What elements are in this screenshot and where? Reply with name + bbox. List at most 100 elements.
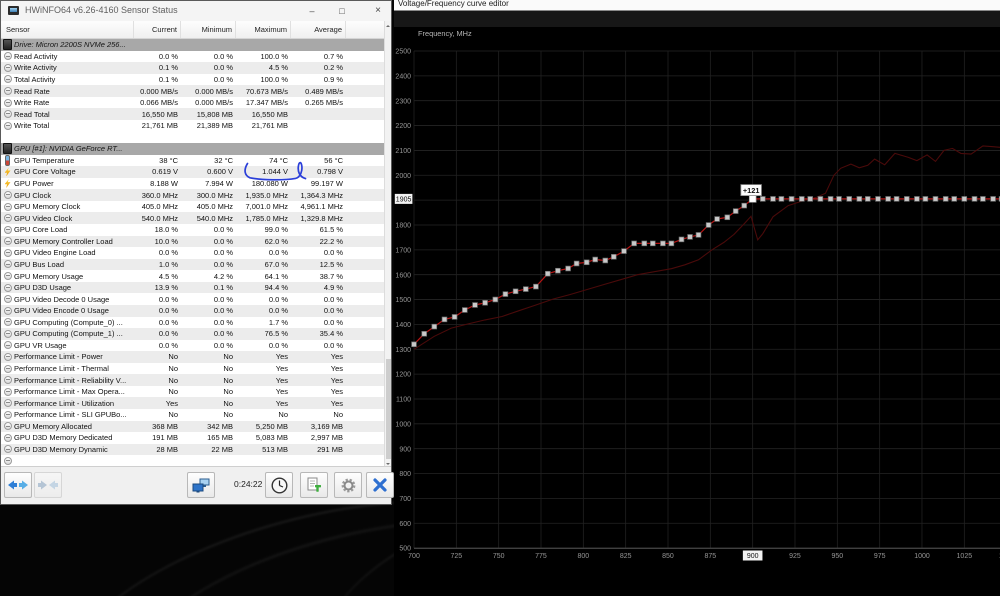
- sensor-row[interactable]: Performance Limit - Utilization Yes No Yes Y…: [1, 397, 386, 409]
- curve-point[interactable]: [573, 260, 580, 267]
- curve-point[interactable]: [533, 283, 539, 290]
- scrollbar-thumb[interactable]: [385, 359, 391, 459]
- sensor-row[interactable]: Total Activity 0.1 % 0.0 % 100.0 % 0.9 %: [1, 74, 386, 86]
- hwinfo-titlebar[interactable]: HWiNFO64 v6.26-4160 Sensor Status – □ ×: [1, 1, 391, 22]
- curve-point[interactable]: [421, 331, 427, 337]
- sensor-row[interactable]: GPU Video Encode 0 Usage 0.0 % 0.0 % 0.0 % 0…: [1, 304, 386, 317]
- curve-point[interactable]: [741, 202, 747, 209]
- curve-point[interactable]: [807, 196, 813, 202]
- section-header-row[interactable]: GPU [#1]: NVIDIA GeForce RT...: [1, 143, 386, 155]
- curve-point[interactable]: [799, 196, 805, 202]
- curve-point[interactable]: [827, 196, 834, 202]
- sensor-row[interactable]: Performance Limit - Thermal No No Yes Yes: [1, 363, 386, 375]
- curve-point[interactable]: [678, 236, 685, 243]
- sensor-row[interactable]: GPU Core Load 18.0 % 0.0 % 99.0 % 61.5 %: [1, 224, 386, 236]
- curve-point[interactable]: [922, 196, 929, 202]
- sensor-table[interactable]: Drive: Micron 2200S NVMe 256... Read Acti…: [1, 39, 386, 469]
- curve-point[interactable]: [760, 196, 766, 202]
- sensor-table-header[interactable]: Sensor Current Minimum Maximum Average: [1, 21, 386, 39]
- curve-point[interactable]: [856, 196, 863, 202]
- sensor-row[interactable]: GPU Memory Controller Load 10.0 % 0.0 % 62.…: [1, 235, 386, 248]
- curve-point[interactable]: [724, 214, 731, 221]
- curve-point[interactable]: [451, 314, 458, 320]
- column-header-maximum[interactable]: Maximum: [236, 21, 291, 38]
- curve-point[interactable]: [875, 196, 881, 202]
- curve-point[interactable]: [980, 196, 986, 202]
- curve-point[interactable]: [817, 196, 824, 202]
- nav-back-forward-button[interactable]: [4, 472, 32, 498]
- exit-button[interactable]: [366, 472, 394, 498]
- curve-point[interactable]: [668, 240, 675, 247]
- curve-point[interactable]: [611, 254, 617, 260]
- curve-point[interactable]: [523, 286, 529, 292]
- column-header-sensor[interactable]: Sensor: [1, 21, 134, 38]
- section-header-row[interactable]: Drive: Micron 2200S NVMe 256...: [1, 39, 386, 51]
- sensor-row[interactable]: Read Activity 0.0 % 0.0 % 100.0 % 0.7 %: [1, 51, 386, 63]
- sensor-row[interactable]: Performance Limit - Reliability V... No No…: [1, 374, 386, 386]
- curve-point[interactable]: [788, 196, 795, 202]
- sensor-row[interactable]: Performance Limit - Power No No Yes Yes: [1, 351, 386, 363]
- curve-point[interactable]: [942, 196, 949, 202]
- sensor-row[interactable]: GPU Bus Load 1.0 % 0.0 % 67.0 % 12.5 %: [1, 258, 386, 271]
- curve-point[interactable]: [565, 265, 571, 272]
- curve-point[interactable]: [687, 234, 693, 240]
- curve-point[interactable]: [846, 196, 852, 202]
- curve-point[interactable]: [431, 323, 438, 330]
- column-header-average[interactable]: Average: [291, 21, 346, 38]
- sensor-row[interactable]: GPU D3D Usage 13.9 % 0.1 % 94.4 % 4.9 %: [1, 281, 386, 294]
- curve-point[interactable]: [482, 300, 488, 306]
- report-button[interactable]: [300, 472, 328, 498]
- curve-point[interactable]: [705, 222, 712, 228]
- sensor-row[interactable]: GPU Video Clock 540.0 MHz 540.0 MHz 1,785.0…: [1, 212, 386, 224]
- sensor-row[interactable]: GPU VR Usage 0.0 % 0.0 % 0.0 % 0.0 %: [1, 340, 386, 352]
- curve-point[interactable]: [641, 240, 648, 247]
- sensor-row[interactable]: GPU Clock 360.0 MHz 300.0 MHz 1,935.0 MHz 1,…: [1, 189, 386, 201]
- curve-point[interactable]: [621, 248, 627, 254]
- curve-point[interactable]: [836, 196, 842, 202]
- sensor-row[interactable]: GPU Video Engine Load 0.0 % 0.0 % 0.0 % 0.0 …: [1, 247, 386, 259]
- table-scrollbar[interactable]: [384, 21, 391, 469]
- curve-point[interactable]: [932, 196, 939, 202]
- curve-point[interactable]: [951, 196, 957, 202]
- sensor-row[interactable]: GPU Power 8.188 W 7.994 W 180.080 W 99.197 W: [1, 178, 386, 190]
- sensor-row[interactable]: GPU Memory Usage 4.5 % 4.2 % 64.1 % 38.7 %: [1, 270, 386, 282]
- curve-point[interactable]: [904, 196, 910, 202]
- vf-curve-chart[interactable]: Frequency, MHz 500 600 700 800 900 1000 1100 120…: [394, 0, 1000, 596]
- curve-point[interactable]: [770, 196, 776, 202]
- sensor-row[interactable]: GPU Video Decode 0 Usage 0.0 % 0.0 % 0.0 % 0…: [1, 293, 386, 305]
- clock-button[interactable]: [265, 472, 293, 498]
- curve-point[interactable]: [865, 196, 871, 202]
- curve-point[interactable]: [695, 232, 702, 238]
- sensor-row[interactable]: Read Rate 0.000 MB/s 0.000 MB/s 70.673 MB/s…: [1, 85, 386, 97]
- minimize-button[interactable]: –: [301, 3, 323, 19]
- scroll-up-arrow-icon[interactable]: [385, 21, 391, 30]
- curve-point[interactable]: [714, 216, 720, 222]
- curve-point[interactable]: [971, 196, 978, 202]
- remote-sensors-button[interactable]: [187, 472, 215, 498]
- curve-point[interactable]: [512, 288, 519, 295]
- maximize-button[interactable]: □: [331, 3, 353, 19]
- curve-point[interactable]: [961, 196, 968, 202]
- curve-point[interactable]: [631, 240, 637, 247]
- selected-curve-point[interactable]: [748, 195, 757, 203]
- curve-point[interactable]: [660, 240, 666, 247]
- curve-point[interactable]: [914, 196, 920, 202]
- sensor-row[interactable]: Write Total 21,761 MB 21,389 MB 21,761 MB: [1, 120, 386, 132]
- curve-point[interactable]: [885, 196, 891, 202]
- sensor-row[interactable]: GPU D3D Memory Dedicated 191 MB 165 MB 5,08…: [1, 432, 386, 444]
- sensor-row[interactable]: GPU Computing (Compute_1) ... 0.0 % 0.0 % 7…: [1, 328, 386, 340]
- column-header-current[interactable]: Current: [134, 21, 181, 38]
- curve-point[interactable]: [472, 302, 478, 308]
- curve-point[interactable]: [650, 240, 656, 247]
- sensor-row[interactable]: Read Total 16,550 MB 15,808 MB 16,550 MB: [1, 108, 386, 120]
- sensor-row[interactable]: GPU Memory Clock 405.0 MHz 405.0 MHz 7,001.…: [1, 201, 386, 213]
- curve-point[interactable]: [555, 267, 561, 274]
- curve-point[interactable]: [732, 208, 739, 214]
- curve-point[interactable]: [462, 307, 468, 313]
- curve-point[interactable]: [990, 196, 996, 202]
- close-button[interactable]: ×: [367, 3, 389, 19]
- curve-point[interactable]: [545, 270, 551, 277]
- curve-editor-titlebar[interactable]: Voltage/Frequency curve editor: [394, 0, 1000, 11]
- settings-button[interactable]: [334, 472, 362, 498]
- curve-point[interactable]: [602, 257, 609, 264]
